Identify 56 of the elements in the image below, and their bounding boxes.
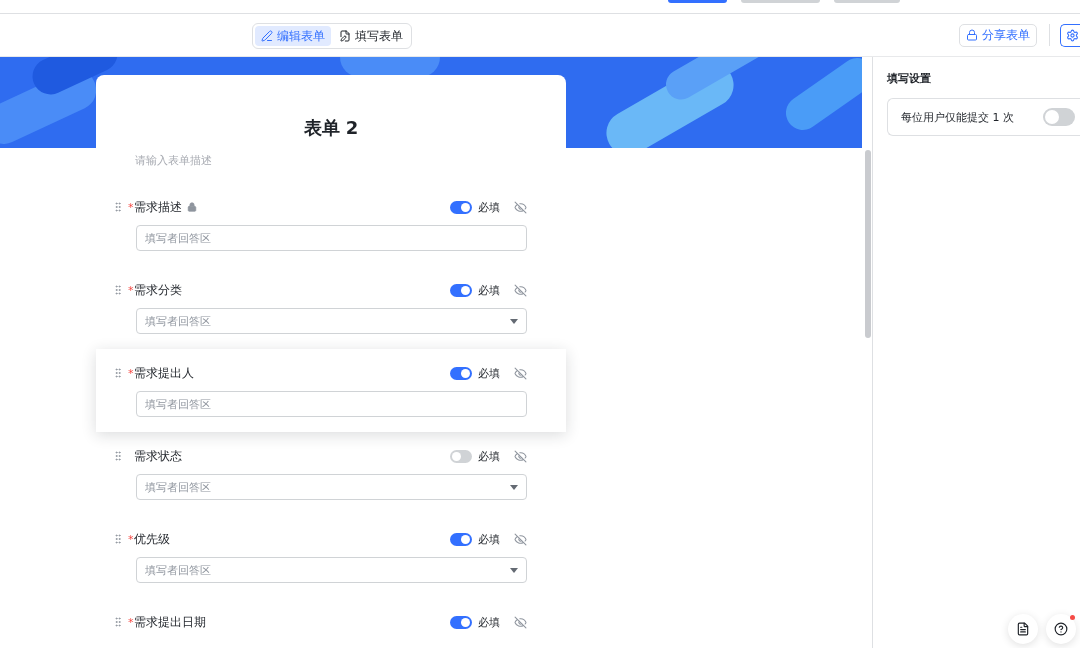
drag-handle-icon[interactable] [112, 616, 124, 628]
required-asterisk: * [128, 283, 134, 297]
hide-icon[interactable] [514, 200, 527, 214]
dropdown-icon [510, 318, 518, 324]
field-card[interactable]: *需求提出人 必填 填写者回答区 [96, 349, 566, 432]
drag-handle-icon[interactable] [112, 367, 124, 379]
toggle-switch[interactable] [450, 283, 472, 297]
toggle-switch[interactable] [450, 532, 472, 546]
mode-tab[interactable]: 编辑表单 [255, 26, 331, 46]
dropdown-icon [510, 484, 518, 490]
drag-handle-icon[interactable] [112, 450, 124, 462]
pencil-icon [261, 30, 273, 42]
header-button[interactable] [668, 0, 727, 3]
panel-title: 填写设置 [887, 71, 932, 87]
required-label: 必填 [478, 282, 500, 298]
document-pen-icon [339, 30, 351, 42]
required-asterisk: * [128, 532, 134, 546]
required-label: 必填 [478, 365, 500, 381]
dropdown-icon [510, 567, 518, 573]
hide-icon[interactable] [514, 615, 527, 629]
document-icon [1016, 622, 1030, 636]
drag-handle-icon[interactable] [112, 284, 124, 296]
toggle-switch[interactable] [450, 615, 472, 629]
lock-icon [966, 29, 978, 41]
settings-button[interactable] [1060, 23, 1080, 47]
field-label: 优先级 [134, 531, 170, 547]
required-label: 必填 [478, 614, 500, 630]
field-label: 需求提出人 [134, 365, 194, 381]
toggle-switch[interactable] [450, 200, 472, 214]
hide-icon[interactable] [514, 449, 527, 463]
toggle-switch[interactable] [1043, 108, 1075, 126]
required-label: 必填 [478, 448, 500, 464]
setting-label: 每位用户仅能提交 1 次 [901, 109, 1014, 125]
drag-handle-icon[interactable] [112, 201, 124, 213]
required-asterisk: * [128, 200, 134, 214]
drag-handle-icon[interactable] [112, 533, 124, 545]
required-label: 必填 [478, 199, 500, 215]
settings-icon [1066, 28, 1079, 42]
required-asterisk: * [128, 366, 134, 380]
required-asterisk: * [128, 615, 134, 629]
field-label: 需求状态 [134, 448, 182, 464]
share-button[interactable]: 分享表单 [959, 23, 1037, 47]
help-icon [1054, 622, 1068, 636]
toggle-switch[interactable] [450, 366, 472, 380]
hide-icon[interactable] [514, 366, 527, 380]
scrollbar[interactable] [865, 150, 871, 338]
hide-icon[interactable] [514, 532, 527, 546]
document-button[interactable] [1008, 614, 1038, 644]
toggle-switch[interactable] [450, 449, 472, 463]
mode-tab[interactable]: 填写表单 [333, 26, 409, 46]
field-label: 需求描述 [134, 199, 182, 215]
field-label: 需求分类 [134, 282, 182, 298]
field-label: 需求提出日期 [134, 614, 206, 630]
help-button[interactable] [1046, 614, 1076, 644]
hide-icon[interactable] [514, 283, 527, 297]
required-label: 必填 [478, 531, 500, 547]
